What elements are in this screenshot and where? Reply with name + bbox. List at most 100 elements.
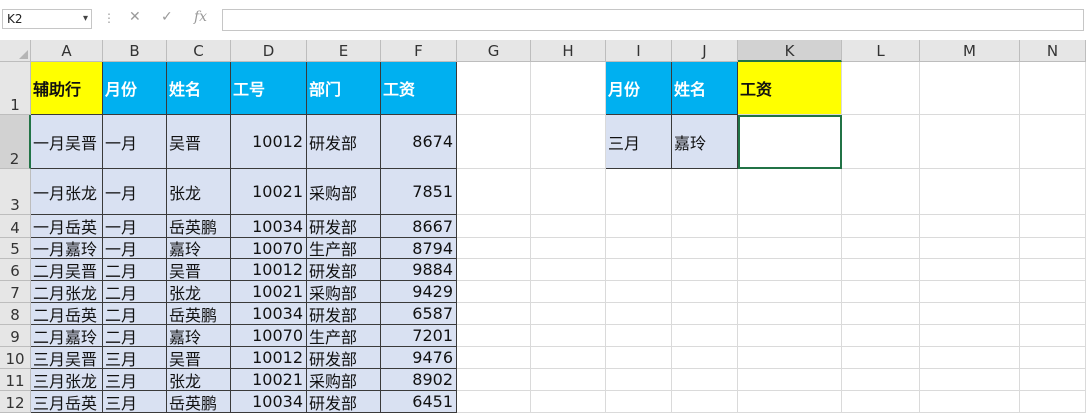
cell-d2[interactable]: 10012 xyxy=(231,115,307,169)
confirm-icon[interactable]: ✓ xyxy=(161,9,173,25)
cell-b10[interactable]: 三月 xyxy=(103,347,167,369)
cell-e9[interactable]: 生产部 xyxy=(307,325,381,347)
cell-d7[interactable]: 10021 xyxy=(231,281,307,303)
cell-k9[interactable] xyxy=(738,325,842,347)
cell-i1[interactable]: 月份 xyxy=(606,62,672,115)
cell-i2[interactable]: 三月 xyxy=(606,115,672,169)
cell-l10[interactable] xyxy=(842,347,920,369)
cell-l5[interactable] xyxy=(842,238,920,259)
cell-f8[interactable]: 6587 xyxy=(381,303,457,325)
cell-l1[interactable] xyxy=(842,62,920,115)
cell-b3[interactable]: 一月 xyxy=(103,169,167,215)
cell-j2[interactable]: 嘉玲 xyxy=(672,115,738,169)
cell-m12[interactable] xyxy=(920,391,1020,413)
row-header-11[interactable]: 11 xyxy=(0,369,31,391)
cell-i11[interactable] xyxy=(606,369,672,391)
cell-h6[interactable] xyxy=(531,259,606,281)
cell-k10[interactable] xyxy=(738,347,842,369)
cell-b11[interactable]: 三月 xyxy=(103,369,167,391)
cell-i6[interactable] xyxy=(606,259,672,281)
column-header-l[interactable]: L xyxy=(842,40,920,62)
cell-k11[interactable] xyxy=(738,369,842,391)
cell-h4[interactable] xyxy=(531,215,606,238)
cell-e5[interactable]: 生产部 xyxy=(307,238,381,259)
cell-c2[interactable]: 吴晋 xyxy=(167,115,231,169)
cell-f2[interactable]: 8674 xyxy=(381,115,457,169)
cell-h8[interactable] xyxy=(531,303,606,325)
column-header-e[interactable]: E xyxy=(307,40,381,62)
select-all-button[interactable] xyxy=(0,40,31,62)
row-header-12[interactable]: 12 xyxy=(0,391,31,413)
cell-g4[interactable] xyxy=(457,215,531,238)
cell-d11[interactable]: 10021 xyxy=(231,369,307,391)
cell-i9[interactable] xyxy=(606,325,672,347)
cell-h10[interactable] xyxy=(531,347,606,369)
column-header-j[interactable]: J xyxy=(672,40,738,62)
cell-h12[interactable] xyxy=(531,391,606,413)
cell-n1[interactable] xyxy=(1020,62,1086,115)
cell-c3[interactable]: 张龙 xyxy=(167,169,231,215)
cell-n11[interactable] xyxy=(1020,369,1086,391)
cell-n6[interactable] xyxy=(1020,259,1086,281)
cell-j11[interactable] xyxy=(672,369,738,391)
cell-a1[interactable]: 辅助行 xyxy=(31,62,103,115)
cell-b1[interactable]: 月份 xyxy=(103,62,167,115)
cell-f5[interactable]: 8794 xyxy=(381,238,457,259)
cell-i5[interactable] xyxy=(606,238,672,259)
cell-e7[interactable]: 采购部 xyxy=(307,281,381,303)
cell-c12[interactable]: 岳英鹏 xyxy=(167,391,231,413)
cell-j5[interactable] xyxy=(672,238,738,259)
cell-j12[interactable] xyxy=(672,391,738,413)
formula-input[interactable] xyxy=(222,9,1084,31)
cell-b12[interactable]: 三月 xyxy=(103,391,167,413)
cell-i7[interactable] xyxy=(606,281,672,303)
cell-d4[interactable]: 10034 xyxy=(231,215,307,238)
cell-a11[interactable]: 三月张龙 xyxy=(31,369,103,391)
cell-e2[interactable]: 研发部 xyxy=(307,115,381,169)
cell-j4[interactable] xyxy=(672,215,738,238)
cell-c10[interactable]: 吴晋 xyxy=(167,347,231,369)
cancel-icon[interactable]: ✕ xyxy=(129,9,141,25)
cell-n9[interactable] xyxy=(1020,325,1086,347)
cell-c8[interactable]: 岳英鹏 xyxy=(167,303,231,325)
cell-b7[interactable]: 二月 xyxy=(103,281,167,303)
cell-h1[interactable] xyxy=(531,62,606,115)
cell-i8[interactable] xyxy=(606,303,672,325)
cell-m8[interactable] xyxy=(920,303,1020,325)
cell-l3[interactable] xyxy=(842,169,920,215)
row-header-5[interactable]: 5 xyxy=(0,238,31,259)
cell-g10[interactable] xyxy=(457,347,531,369)
cell-f11[interactable]: 8902 xyxy=(381,369,457,391)
cell-n10[interactable] xyxy=(1020,347,1086,369)
row-header-1[interactable]: 1 xyxy=(0,62,31,115)
cell-i4[interactable] xyxy=(606,215,672,238)
cell-f1[interactable]: 工资 xyxy=(381,62,457,115)
cell-d8[interactable]: 10034 xyxy=(231,303,307,325)
column-header-f[interactable]: F xyxy=(381,40,457,62)
cell-l9[interactable] xyxy=(842,325,920,347)
cell-i3[interactable] xyxy=(606,169,672,215)
cell-n8[interactable] xyxy=(1020,303,1086,325)
cell-e8[interactable]: 研发部 xyxy=(307,303,381,325)
cell-f9[interactable]: 7201 xyxy=(381,325,457,347)
cell-h3[interactable] xyxy=(531,169,606,215)
cell-f10[interactable]: 9476 xyxy=(381,347,457,369)
cell-j7[interactable] xyxy=(672,281,738,303)
column-header-b[interactable]: B xyxy=(103,40,167,62)
cell-f12[interactable]: 6451 xyxy=(381,391,457,413)
cell-k4[interactable] xyxy=(738,215,842,238)
column-header-g[interactable]: G xyxy=(457,40,531,62)
cell-m4[interactable] xyxy=(920,215,1020,238)
cell-j6[interactable] xyxy=(672,259,738,281)
cell-e6[interactable]: 研发部 xyxy=(307,259,381,281)
column-header-m[interactable]: M xyxy=(920,40,1020,62)
cell-g3[interactable] xyxy=(457,169,531,215)
cell-d5[interactable]: 10070 xyxy=(231,238,307,259)
cell-l11[interactable] xyxy=(842,369,920,391)
cell-a4[interactable]: 一月岳英 xyxy=(31,215,103,238)
cell-b2[interactable]: 一月 xyxy=(103,115,167,169)
cell-j8[interactable] xyxy=(672,303,738,325)
cell-a8[interactable]: 二月岳英 xyxy=(31,303,103,325)
row-header-8[interactable]: 8 xyxy=(0,303,31,325)
cell-m2[interactable] xyxy=(920,115,1020,169)
